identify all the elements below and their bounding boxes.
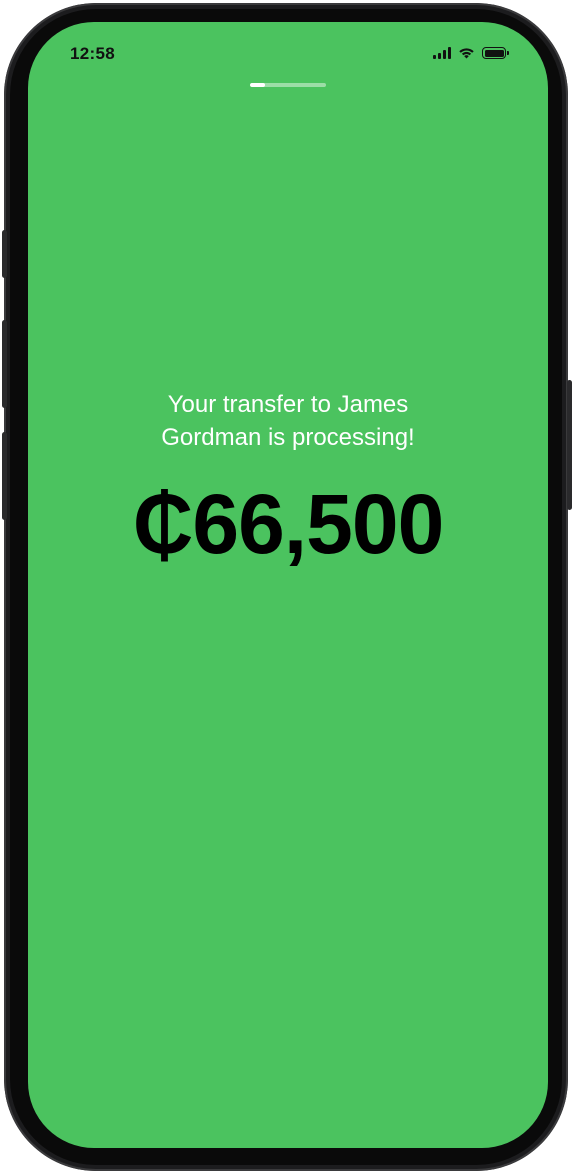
cellular-signal-icon: [433, 47, 451, 59]
message-line-1: Your transfer to James: [167, 391, 409, 418]
message-line-2: Gordman is processing!: [161, 424, 415, 451]
transfer-amount: ₵66,500: [132, 477, 445, 571]
status-icons: [433, 44, 509, 62]
transfer-progress-bar: [250, 83, 326, 87]
action-button: [2, 230, 7, 278]
battery-icon: [482, 47, 509, 59]
transfer-processing-screen: 12:58 Your transfer to James Gordman is: [28, 22, 548, 1148]
power-button: [567, 380, 572, 510]
transfer-progress-fill: [250, 83, 266, 87]
transfer-status-message: Your transfer to James Gordman is proces…: [28, 388, 548, 454]
status-bar: 12:58: [28, 22, 548, 82]
status-time: 12:58: [70, 44, 115, 63]
volume-down-button: [2, 432, 7, 520]
wifi-icon: [459, 48, 474, 59]
volume-up-button: [2, 320, 7, 408]
